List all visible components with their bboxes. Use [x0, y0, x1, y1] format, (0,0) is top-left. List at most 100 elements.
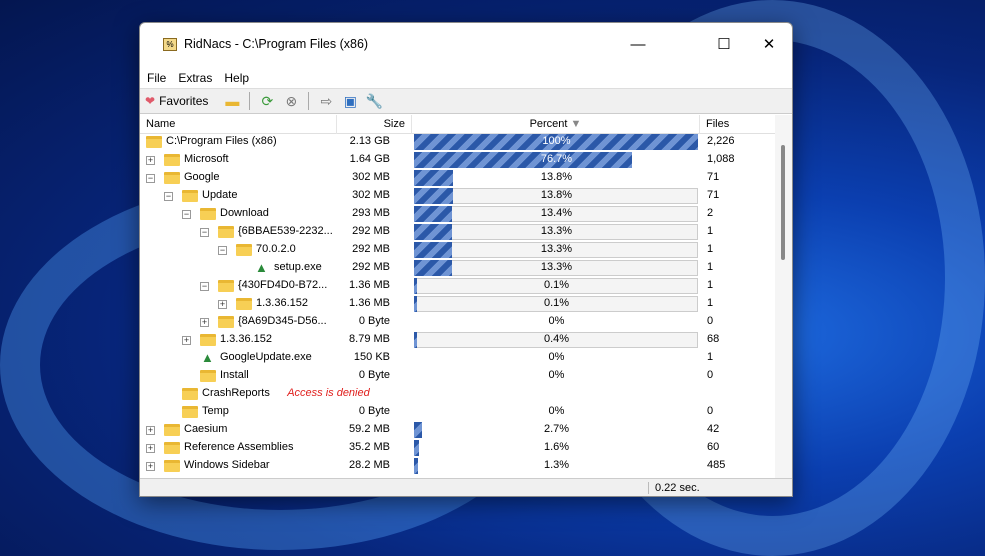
tree-row[interactable]: +1.3.36.152 8.79 MB 0.4% 68	[140, 331, 776, 349]
item-name: {430FD4D0-B72...	[238, 279, 328, 291]
folder-icon	[218, 226, 234, 238]
tree-row[interactable]: C:\Program Files (x86) 2.13 GB 100% 2,226	[140, 133, 776, 151]
collapse-icon[interactable]: −	[200, 228, 209, 237]
column-size[interactable]: Size	[337, 115, 412, 134]
tree-row[interactable]: − Download 293 MB 13.4% 2	[140, 205, 776, 223]
settings-wrench-icon[interactable]: 🔧	[364, 91, 384, 111]
item-percent: 0.4%	[543, 333, 570, 345]
tree-row[interactable]: ▲ GoogleUpdate.exe 150 KB 0% 1	[140, 349, 776, 367]
item-size: 302 MB	[352, 171, 390, 183]
column-files[interactable]: Files	[700, 115, 776, 134]
separator	[249, 92, 251, 110]
tree-row[interactable]: CrashReports Access is denied	[140, 385, 776, 403]
item-name: Download	[220, 207, 269, 219]
maximize-button[interactable]: ☐	[704, 31, 744, 59]
save-icon[interactable]: ▣	[340, 91, 360, 111]
expand-icon[interactable]: +	[182, 336, 191, 345]
vertical-scrollbar[interactable]	[775, 115, 792, 479]
app-window: % RidNacs - C:\Program Files (x86) — ☐ ✕…	[139, 22, 793, 497]
item-name: GoogleUpdate.exe	[220, 351, 312, 363]
tree-row[interactable]: + Windows Sidebar 28.2 MB 1.3% 485	[140, 457, 776, 475]
item-percent: 13.3%	[540, 261, 573, 273]
column-percent[interactable]: Percent ▼	[412, 115, 700, 134]
tree-row[interactable]: − {6BBAE539-2232... 292 MB 13.3% 1	[140, 223, 776, 241]
favorites-button[interactable]: ❤ Favorites	[145, 94, 218, 108]
item-name: Reference Assemblies	[184, 441, 294, 453]
item-name: Temp	[202, 405, 229, 417]
folder-icon	[182, 388, 198, 400]
item-size: 293 MB	[352, 207, 390, 219]
menu-help[interactable]: Help	[224, 67, 255, 88]
folder-icon	[200, 370, 216, 382]
item-files: 1	[707, 243, 714, 255]
scrollbar-thumb[interactable]	[781, 145, 785, 260]
item-files: 2	[707, 207, 714, 219]
item-percent: 13.8%	[540, 189, 573, 201]
collapse-icon[interactable]: −	[164, 192, 173, 201]
folder-icon	[200, 208, 216, 220]
item-files: 71	[707, 171, 720, 183]
tree-row[interactable]: − Update 302 MB 13.8% 71	[140, 187, 776, 205]
item-size: 292 MB	[352, 225, 390, 237]
folder-icon	[182, 406, 198, 418]
item-files: 0	[707, 369, 714, 381]
expand-icon[interactable]: +	[146, 156, 155, 165]
item-files: 0	[707, 315, 714, 327]
tree-row[interactable]: Install 0 Byte 0% 0	[140, 367, 776, 385]
collapse-icon[interactable]: −	[146, 174, 155, 183]
folder-icon	[236, 298, 252, 310]
folder-icon	[164, 424, 180, 436]
item-size: 0 Byte	[358, 369, 390, 381]
item-size: 0 Byte	[358, 315, 390, 327]
tree-row[interactable]: + Microsoft 1.64 GB 76.7% 1,088	[140, 151, 776, 169]
folder-icon	[218, 280, 234, 292]
minimize-button[interactable]: —	[618, 31, 658, 59]
tree-row[interactable]: − Google 302 MB 13.8% 71	[140, 169, 776, 187]
tree-row[interactable]: +1.3.36.152 1.36 MB 0.1% 1	[140, 295, 776, 313]
tree-row[interactable]: ▲ setup.exe 292 MB 13.3% 1	[140, 259, 776, 277]
item-size: 292 MB	[352, 243, 390, 255]
collapse-icon[interactable]: −	[200, 282, 209, 291]
close-button[interactable]: ✕	[749, 31, 789, 59]
expand-icon[interactable]: +	[200, 318, 209, 327]
refresh-icon[interactable]: ⟳	[257, 91, 277, 111]
window-title: RidNacs - C:\Program Files (x86)	[184, 37, 369, 51]
tree-row[interactable]: + Caesium 59.2 MB 2.7% 42	[140, 421, 776, 439]
menu-extras[interactable]: Extras	[178, 67, 218, 88]
item-name: {8A69D345-D56...	[238, 315, 327, 327]
item-files: 60	[707, 441, 720, 453]
item-name: Google	[184, 171, 220, 183]
item-files: 1	[707, 261, 714, 273]
item-percent: 2.7%	[543, 423, 570, 435]
tree-row[interactable]: + Reference Assemblies 35.2 MB 1.6% 60	[140, 439, 776, 457]
expand-icon[interactable]: +	[218, 300, 227, 309]
separator	[308, 92, 310, 110]
folder-icon	[164, 172, 180, 184]
item-files: 2,226	[707, 135, 735, 147]
stop-icon[interactable]: ⊗	[281, 91, 301, 111]
tree-row[interactable]: − 70.0.2.0 292 MB 13.3% 1	[140, 241, 776, 259]
expand-icon[interactable]: +	[146, 462, 155, 471]
expand-icon[interactable]: +	[146, 444, 155, 453]
folder-icon	[236, 244, 252, 256]
column-header: Name Size Percent ▼ Files	[140, 115, 776, 134]
open-folder-icon[interactable]: ▬	[222, 91, 242, 111]
item-files: 42	[707, 423, 720, 435]
elapsed-time: 0.22 sec.	[648, 482, 700, 494]
folder-icon	[164, 154, 180, 166]
collapse-icon[interactable]: −	[218, 246, 227, 255]
item-percent: 13.3%	[540, 243, 573, 255]
item-percent: 76.7%	[540, 153, 573, 165]
item-files: 68	[707, 333, 720, 345]
tree-row[interactable]: Temp 0 Byte 0% 0	[140, 403, 776, 421]
favorites-icon: ❤	[145, 94, 156, 108]
item-name: setup.exe	[274, 261, 322, 273]
export-icon[interactable]: ⇨	[316, 91, 336, 111]
item-name: Microsoft	[184, 153, 229, 165]
tree-row[interactable]: − {430FD4D0-B72... 1.36 MB 0.1% 1	[140, 277, 776, 295]
column-name[interactable]: Name	[140, 115, 337, 134]
expand-icon[interactable]: +	[146, 426, 155, 435]
menu-file[interactable]: File	[147, 67, 172, 88]
tree-row[interactable]: + {8A69D345-D56... 0 Byte 0% 0	[140, 313, 776, 331]
collapse-icon[interactable]: −	[182, 210, 191, 219]
